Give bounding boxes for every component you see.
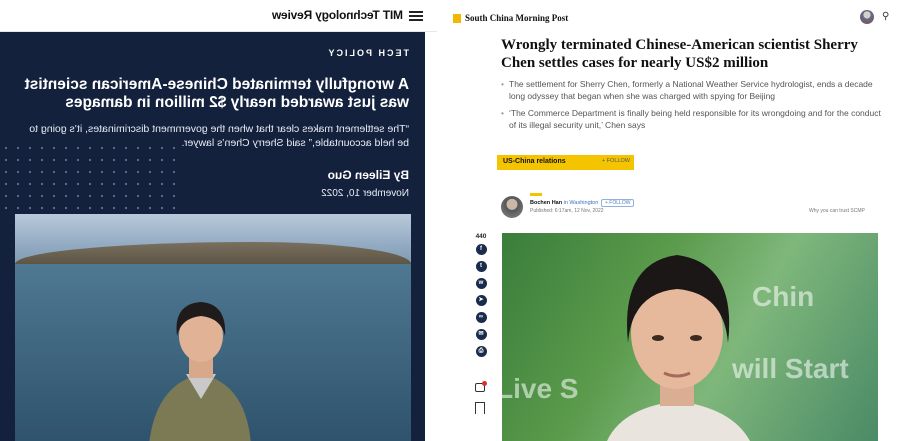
search-icon[interactable]: ⚲: [882, 11, 889, 22]
article-dek: “The settlement makes clear that when th…: [29, 123, 409, 149]
article-headline: A wrongfully terminated Chinese-American…: [24, 76, 409, 111]
share-rail: 440 f t w ➤ ∞ ✉ ⎙: [474, 233, 488, 363]
photo-backdrop-text: Live S: [502, 373, 579, 404]
telegram-icon[interactable]: ➤: [475, 295, 487, 306]
menu-icon[interactable]: [409, 11, 423, 21]
author-accent-bar: [530, 193, 542, 196]
topic-follow-button[interactable]: + FOLLOW: [602, 158, 630, 164]
twitter-icon[interactable]: t: [475, 261, 487, 272]
topic-tag[interactable]: US-China relations + FOLLOW: [497, 155, 634, 170]
section-label[interactable]: TECH POLICY: [326, 48, 409, 58]
summary-bullet: ‘The Commerce Department is finally bein…: [501, 107, 881, 131]
summary-bullet: The settlement for Sherry Chen, formerly…: [501, 78, 881, 102]
scmp-article-panel: South China Morning Post ⚲ Wrongly termi…: [437, 0, 899, 441]
why-trust-link[interactable]: Why you can trust SCMP: [809, 208, 865, 214]
user-avatar[interactable]: [860, 10, 874, 24]
mit-hero: TECH POLICY A wrongfully terminated Chin…: [0, 32, 425, 441]
author-line: Bochen Han in Washington: [530, 200, 598, 206]
author-name[interactable]: Bochen Han: [530, 200, 562, 206]
email-icon[interactable]: ✉: [475, 329, 487, 340]
photo-treeline: [15, 242, 411, 264]
author-location: in Washington: [563, 200, 599, 206]
publish-date: Published: 6:17am, 12 Nov, 2022: [530, 208, 604, 214]
scmp-logo[interactable]: South China Morning Post: [465, 13, 568, 23]
decorative-dot-pattern: [0, 142, 180, 212]
mit-logo[interactable]: MIT Technology Review: [272, 8, 403, 22]
print-icon[interactable]: ⎙: [475, 346, 487, 357]
author-follow-button[interactable]: + FOLLOW: [601, 199, 635, 207]
mit-topbar: MIT Technology Review: [0, 0, 437, 32]
mit-article-panel: MIT Technology Review TECH POLICY A wron…: [0, 0, 437, 441]
hero-photo: [15, 214, 411, 441]
comment-icon[interactable]: [474, 381, 488, 393]
share-count: 440: [475, 233, 487, 240]
whatsapp-icon[interactable]: w: [475, 278, 487, 289]
article-photo: Chin Live S will Start: [502, 233, 878, 441]
photo-person: [149, 302, 251, 441]
scmp-logo-mark: [453, 14, 461, 23]
publish-date: November 10, 2022: [321, 188, 409, 199]
photo-person: [607, 255, 750, 441]
topic-tag-label[interactable]: US-China relations: [503, 158, 566, 165]
author-avatar[interactable]: [501, 196, 523, 218]
facebook-icon[interactable]: f: [475, 244, 487, 255]
article-headline: Wrongly terminated Chinese-American scie…: [501, 37, 858, 71]
byline[interactable]: By Eileen Guo: [328, 168, 409, 182]
article-summary: The settlement for Sherry Chen, formerly…: [501, 78, 881, 136]
link-icon[interactable]: ∞: [475, 312, 487, 323]
mit-mirrored-content: MIT Technology Review TECH POLICY A wron…: [0, 0, 437, 441]
bookmark-icon[interactable]: [475, 402, 485, 414]
